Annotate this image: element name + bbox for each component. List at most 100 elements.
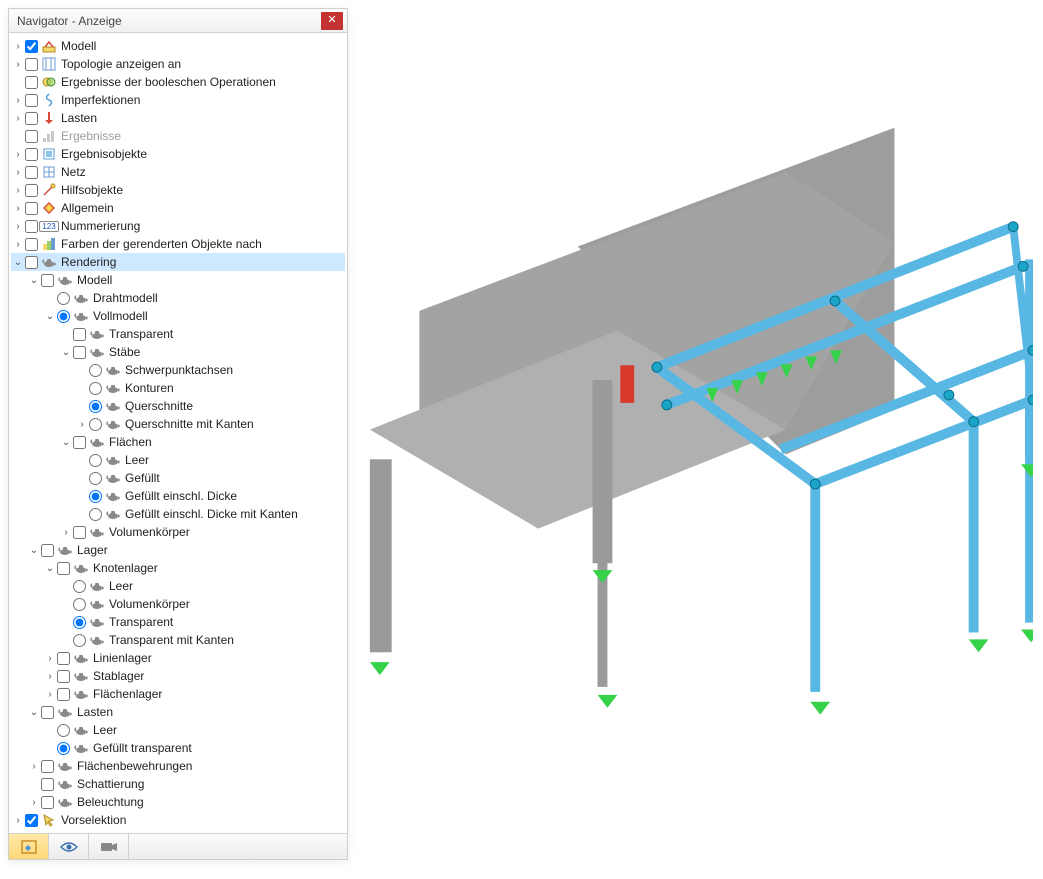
tree-checkbox[interactable] (25, 148, 38, 161)
tree-checkbox[interactable] (25, 238, 38, 251)
tree-checkbox[interactable] (73, 436, 86, 449)
tree-item[interactable]: ›Topologie anzeigen an (11, 55, 345, 73)
tree-checkbox[interactable] (57, 670, 70, 683)
chevron-down-icon[interactable]: ⌄ (11, 255, 25, 269)
chevron-right-icon[interactable]: › (11, 39, 25, 53)
tree-item[interactable]: Leer (11, 721, 345, 739)
tree-item[interactable]: ›Modell (11, 37, 345, 55)
tree-checkbox[interactable] (73, 526, 86, 539)
tree-radio[interactable] (89, 364, 102, 377)
tree-checkbox[interactable] (25, 130, 38, 143)
tree-item[interactable]: Gefüllt einschl. Dicke mit Kanten (11, 505, 345, 523)
tree-item[interactable]: Transparent (11, 325, 345, 343)
chevron-right-icon[interactable]: › (27, 795, 41, 809)
tab-camera-icon[interactable] (89, 834, 129, 859)
tree-item[interactable]: Leer (11, 451, 345, 469)
tree-item[interactable]: Konturen (11, 379, 345, 397)
tree-radio[interactable] (73, 580, 86, 593)
tree-radio[interactable] (57, 742, 70, 755)
tree-checkbox[interactable] (25, 76, 38, 89)
tree-item[interactable]: ›Hilfsobjekte (11, 181, 345, 199)
tree-item[interactable]: ›123Nummerierung (11, 217, 345, 235)
tree-checkbox[interactable] (73, 346, 86, 359)
tree-item[interactable]: Gefüllt transparent (11, 739, 345, 757)
tree-item[interactable]: ⌄Lasten (11, 703, 345, 721)
tree-item[interactable]: Leer (11, 577, 345, 595)
tree-checkbox[interactable] (41, 274, 54, 287)
tree-item[interactable]: ›Lasten (11, 109, 345, 127)
chevron-right-icon[interactable]: › (43, 687, 57, 701)
panel-titlebar[interactable]: Navigator - Anzeige ✕ (9, 9, 347, 33)
tree-checkbox[interactable] (73, 328, 86, 341)
tree-item[interactable]: ›Farben der gerenderten Objekte nach (11, 235, 345, 253)
tree-checkbox[interactable] (41, 544, 54, 557)
tree-checkbox[interactable] (57, 562, 70, 575)
tree-item[interactable]: ⌄Flächen (11, 433, 345, 451)
tree-item[interactable]: Transparent (11, 613, 345, 631)
tree-item[interactable]: ›Ergebnisobjekte (11, 145, 345, 163)
tree-item[interactable]: ⌄Vollmodell (11, 307, 345, 325)
tree-checkbox[interactable] (25, 112, 38, 125)
tree-checkbox[interactable] (25, 220, 38, 233)
tree-item[interactable]: ›Linienlager (11, 649, 345, 667)
tree-checkbox[interactable] (41, 778, 54, 791)
tree-radio[interactable] (89, 454, 102, 467)
chevron-right-icon[interactable]: › (11, 147, 25, 161)
chevron-down-icon[interactable]: ⌄ (59, 345, 73, 359)
chevron-right-icon[interactable]: › (11, 813, 25, 827)
chevron-right-icon[interactable]: › (59, 525, 73, 539)
tree-radio[interactable] (73, 634, 86, 647)
tree-item[interactable]: ›Vorselektion (11, 811, 345, 829)
tree-item[interactable]: ⌄Rendering (11, 253, 345, 271)
tree-radio[interactable] (89, 508, 102, 521)
tree-radio[interactable] (89, 472, 102, 485)
tree-item[interactable]: ⌄Stäbe (11, 343, 345, 361)
chevron-right-icon[interactable]: › (11, 93, 25, 107)
chevron-right-icon[interactable]: › (11, 165, 25, 179)
tree-item[interactable]: Gefüllt (11, 469, 345, 487)
tree-item[interactable]: ›Allgemein (11, 199, 345, 217)
tree-item[interactable]: ›Flächenbewehrungen (11, 757, 345, 775)
tree-item[interactable]: Ergebnisse (11, 127, 345, 145)
tree-item[interactable]: ›Imperfektionen (11, 91, 345, 109)
chevron-right-icon[interactable]: › (43, 669, 57, 683)
tree-checkbox[interactable] (57, 688, 70, 701)
tree-radio[interactable] (57, 724, 70, 737)
chevron-down-icon[interactable]: ⌄ (27, 705, 41, 719)
tree-radio[interactable] (89, 400, 102, 413)
tree-item[interactable]: ⌄Knotenlager (11, 559, 345, 577)
chevron-right-icon[interactable]: › (27, 759, 41, 773)
tree-item[interactable]: Schattierung (11, 775, 345, 793)
tree-radio[interactable] (89, 418, 102, 431)
tree-item[interactable]: ›Beleuchtung (11, 793, 345, 811)
chevron-right-icon[interactable]: › (11, 237, 25, 251)
tree-checkbox[interactable] (25, 58, 38, 71)
chevron-right-icon[interactable]: › (11, 111, 25, 125)
tree-item[interactable]: ›Querschnitte mit Kanten (11, 415, 345, 433)
chevron-right-icon[interactable]: › (43, 651, 57, 665)
tree-item[interactable]: Schwerpunktachsen (11, 361, 345, 379)
tree-checkbox[interactable] (25, 166, 38, 179)
chevron-right-icon[interactable]: › (75, 417, 89, 431)
tree-checkbox[interactable] (41, 706, 54, 719)
tree-radio[interactable] (73, 616, 86, 629)
tree-radio[interactable] (57, 292, 70, 305)
navigator-tree[interactable]: ›Modell›Topologie anzeigen anErgebnisse … (9, 33, 347, 833)
tree-checkbox[interactable] (41, 796, 54, 809)
tree-item[interactable]: ›Stablager (11, 667, 345, 685)
chevron-down-icon[interactable]: ⌄ (43, 309, 57, 323)
tree-item[interactable]: Transparent mit Kanten (11, 631, 345, 649)
chevron-down-icon[interactable]: ⌄ (27, 273, 41, 287)
chevron-right-icon[interactable]: › (11, 57, 25, 71)
tree-checkbox[interactable] (25, 256, 38, 269)
chevron-down-icon[interactable]: ⌄ (59, 435, 73, 449)
tree-radio[interactable] (73, 598, 86, 611)
chevron-down-icon[interactable]: ⌄ (27, 543, 41, 557)
tree-checkbox[interactable] (25, 40, 38, 53)
tree-radio[interactable] (89, 382, 102, 395)
tree-radio[interactable] (89, 490, 102, 503)
tree-item[interactable]: Volumenkörper (11, 595, 345, 613)
tree-item[interactable]: Gefüllt einschl. Dicke (11, 487, 345, 505)
tree-checkbox[interactable] (25, 184, 38, 197)
tree-checkbox[interactable] (25, 814, 38, 827)
